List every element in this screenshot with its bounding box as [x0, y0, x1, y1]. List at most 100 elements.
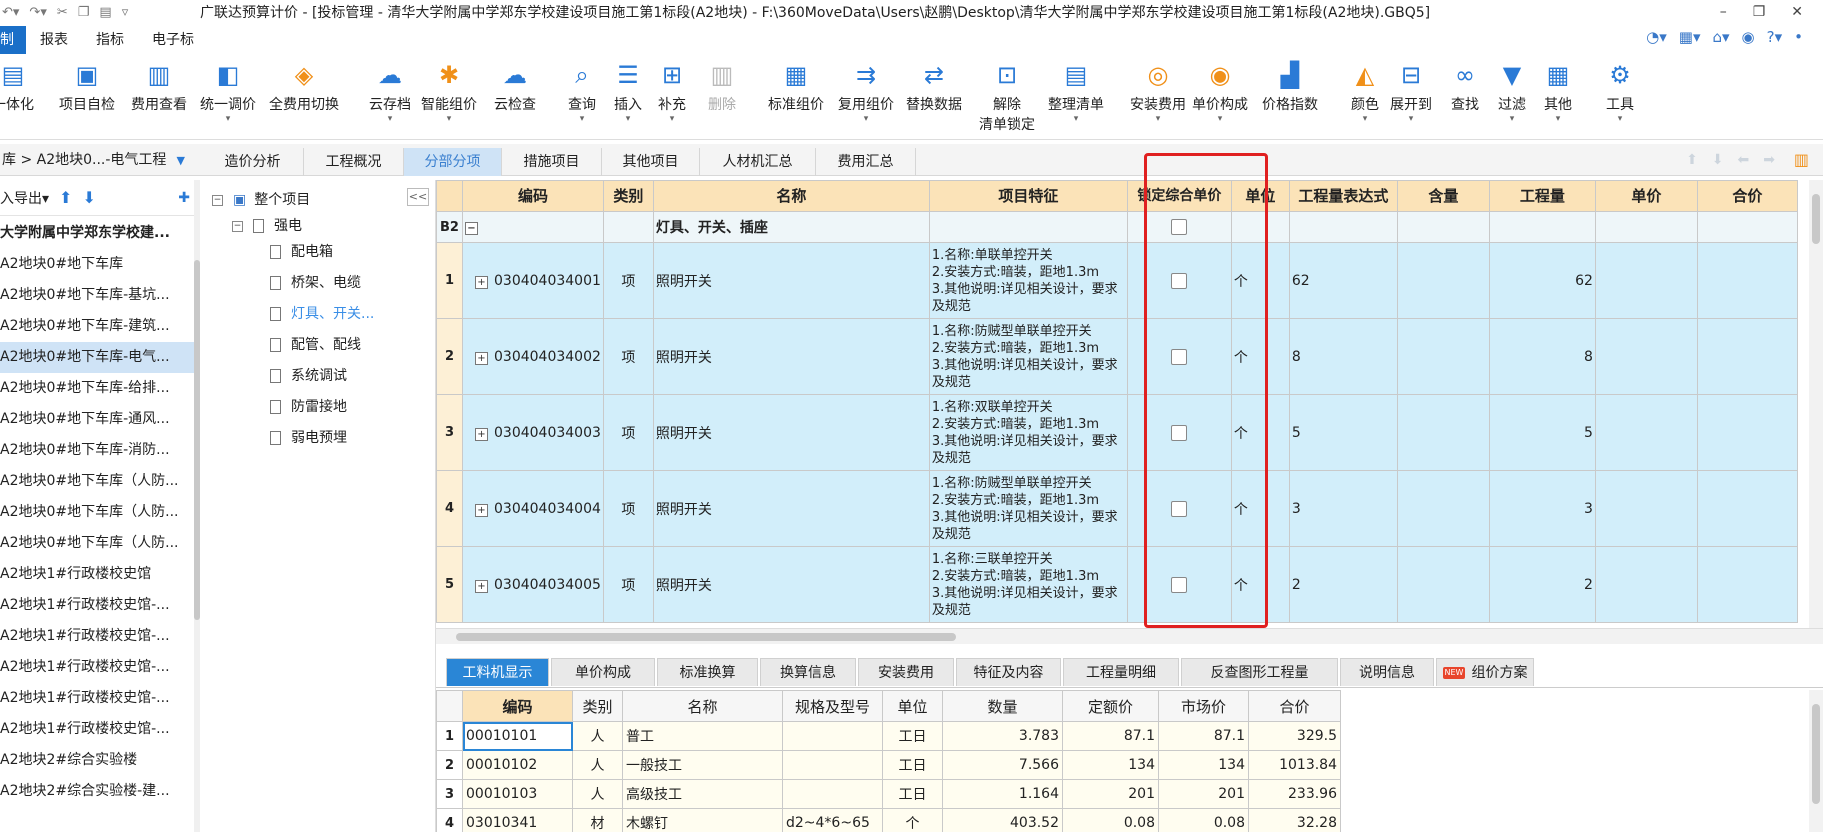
tab-pricing-scheme[interactable]: NEW 组价方案: [1436, 658, 1534, 686]
ribbon-button-insert[interactable]: ☰ 插入 ▾: [613, 58, 643, 124]
ribbon-button-tools[interactable]: ⚙ 工具 ▾: [1605, 58, 1635, 124]
res-name[interactable]: 一般技工: [622, 750, 783, 780]
ribbon-button-other[interactable]: ▦ 其他 ▾: [1543, 58, 1573, 124]
res-spec[interactable]: d2~4*6~65: [782, 808, 883, 832]
tab-cost-analysis[interactable]: 造价分析: [202, 148, 304, 176]
menu-edit[interactable]: 制: [0, 26, 26, 54]
item-name[interactable]: 照明开关: [652, 546, 930, 623]
res-unit[interactable]: 个: [882, 808, 943, 832]
customize-icon[interactable]: ▿: [122, 5, 129, 20]
res-qty[interactable]: 7.566: [942, 750, 1063, 780]
project-list-item[interactable]: A2地块0#地下车库（人防...: [0, 466, 194, 497]
item-unit[interactable]: 个: [1230, 394, 1290, 471]
project-list-item[interactable]: A2地块0#地下车库-电气...: [0, 342, 194, 373]
res-code[interactable]: 00010102: [462, 750, 573, 780]
item-total[interactable]: [1696, 318, 1798, 395]
menu-index[interactable]: 指标: [82, 26, 138, 54]
col-type[interactable]: 类别: [602, 180, 654, 212]
res-code[interactable]: 00010103: [462, 779, 573, 809]
collapse-icon[interactable]: −: [232, 220, 243, 232]
table-row[interactable]: 4 +030404034004 项照明开关 1.名称:防贼型单联单控开关 2.安装方式…: [436, 470, 1798, 547]
chevron-down-icon[interactable]: ▼: [176, 154, 184, 167]
group-row[interactable]: B2 − 灯具、开关、插座: [436, 211, 1798, 243]
item-name[interactable]: 照明开关: [652, 242, 930, 319]
col-res-code[interactable]: 编码: [462, 690, 573, 722]
tree-node-child[interactable]: 配管、配线: [270, 331, 361, 359]
item-name[interactable]: 照明开关: [652, 394, 930, 471]
tab-feature-content[interactable]: 特征及内容: [956, 658, 1061, 686]
redo-icon[interactable]: ↷▾: [29, 5, 46, 20]
res-type[interactable]: 材: [572, 808, 623, 832]
item-type[interactable]: 项: [602, 318, 654, 395]
item-type[interactable]: 项: [602, 470, 654, 547]
lock-price-checkbox[interactable]: [1171, 272, 1188, 289]
expand-icon[interactable]: +: [475, 503, 488, 517]
resource-grid-vscroll[interactable]: [1809, 690, 1823, 832]
col-total[interactable]: 合价: [1696, 180, 1798, 212]
col-res-qty[interactable]: 数量: [942, 690, 1063, 722]
res-code[interactable]: 00010101: [462, 721, 573, 751]
project-list-item[interactable]: A2地块1#行政楼校史馆-...: [0, 652, 194, 683]
col-unit[interactable]: 单位: [1230, 180, 1290, 212]
project-list-item[interactable]: A2地块1#行政楼校史馆-...: [0, 621, 194, 652]
ribbon-button-unlock-list[interactable]: ⊡ 解除 清单锁定: [979, 58, 1035, 134]
tab-standard-conversion[interactable]: 标准换算: [657, 658, 758, 686]
tree-node-root[interactable]: − ▣ 整个项目: [212, 186, 310, 214]
item-type[interactable]: 项: [602, 394, 654, 471]
table-row[interactable]: 2 00010102 人一般技工 工日 7.566 134 134 1013.84: [436, 750, 1341, 780]
item-content[interactable]: [1396, 318, 1490, 395]
res-quota[interactable]: 0.08: [1062, 808, 1159, 832]
more-icon[interactable]: •: [1794, 28, 1803, 46]
item-feature[interactable]: 1.名称:防贼型单联单控开关 2.安装方式:暗装，距地1.3m 3.其他说明:详…: [928, 318, 1128, 395]
project-list-item[interactable]: A2地块1#行政楼校史馆-...: [0, 714, 194, 745]
col-res-quota[interactable]: 定额价: [1062, 690, 1159, 722]
col-res-name[interactable]: 名称: [622, 690, 783, 722]
item-feature[interactable]: 1.名称:三联单控开关 2.安装方式:暗装，距地1.3m 3.其他说明:详见相关…: [928, 546, 1128, 623]
project-list-item[interactable]: A2地块1#行政楼校史馆: [0, 559, 194, 590]
table-row[interactable]: 3 00010103 人高级技工 工日 1.164 201 201 233.96: [436, 779, 1341, 809]
res-quota[interactable]: 134: [1062, 750, 1159, 780]
ribbon-button-delete[interactable]: ▥ 删除: [707, 58, 737, 114]
arrow-left-icon[interactable]: ⬅: [1738, 152, 1750, 168]
tab-measures[interactable]: 措施项目: [502, 148, 602, 176]
col-unit-price[interactable]: 单价: [1594, 180, 1698, 212]
item-content[interactable]: [1396, 242, 1490, 319]
menu-report[interactable]: 报表: [26, 26, 82, 54]
ribbon-button-supplement[interactable]: ⊞ 补充 ▾: [657, 58, 687, 124]
tree-node-child[interactable]: 弱电预埋: [270, 424, 347, 452]
res-unit[interactable]: 工日: [882, 721, 943, 751]
col-res-total[interactable]: 合价: [1248, 690, 1341, 722]
tree-node-child[interactable]: 防雷接地: [270, 393, 347, 421]
move-down-icon[interactable]: ⬇: [82, 188, 95, 207]
col-res-spec[interactable]: 规格及型号: [782, 690, 883, 722]
user-icon[interactable]: ◔▾: [1646, 28, 1667, 46]
ribbon-button-integrate[interactable]: ▤一体化: [0, 58, 34, 114]
tab-other-items[interactable]: 其他项目: [602, 148, 700, 176]
res-market[interactable]: 201: [1158, 779, 1249, 809]
item-expression[interactable]: 8: [1288, 318, 1398, 395]
tab-project-overview[interactable]: 工程概况: [304, 148, 404, 176]
item-unit-price[interactable]: [1594, 318, 1698, 395]
item-unit[interactable]: 个: [1230, 546, 1290, 623]
col-res-market[interactable]: 市场价: [1158, 690, 1249, 722]
lock-price-checkbox[interactable]: [1171, 348, 1188, 365]
res-qty[interactable]: 403.52: [942, 808, 1063, 832]
ribbon-button-standard-price[interactable]: ▦ 标准组价: [768, 58, 824, 114]
ribbon-button-find[interactable]: ∞ 查找: [1450, 58, 1480, 114]
item-type[interactable]: 项: [602, 242, 654, 319]
column-settings-icon[interactable]: ▥: [1794, 150, 1809, 169]
arrow-right-icon[interactable]: ➡: [1763, 152, 1775, 168]
col-expression[interactable]: 工程量表达式: [1288, 180, 1398, 212]
ribbon-button-cloud-save[interactable]: ☁ 云存档 ▾: [369, 58, 411, 124]
tree-node-child[interactable]: 灯具、开关...: [270, 300, 374, 328]
res-total[interactable]: 1013.84: [1248, 750, 1341, 780]
breadcrumb[interactable]: 库 > A2地块0...-电气工程 ▼: [0, 144, 200, 176]
res-quota[interactable]: 201: [1062, 779, 1159, 809]
res-total[interactable]: 32.28: [1248, 808, 1341, 832]
expand-icon[interactable]: +: [475, 579, 488, 593]
res-name[interactable]: 高级技工: [622, 779, 783, 809]
project-list-item[interactable]: A2地块1#行政楼校史馆-...: [0, 590, 194, 621]
item-total[interactable]: [1696, 394, 1798, 471]
item-unit-price[interactable]: [1594, 546, 1698, 623]
menu-e-bid[interactable]: 电子标: [138, 26, 208, 54]
